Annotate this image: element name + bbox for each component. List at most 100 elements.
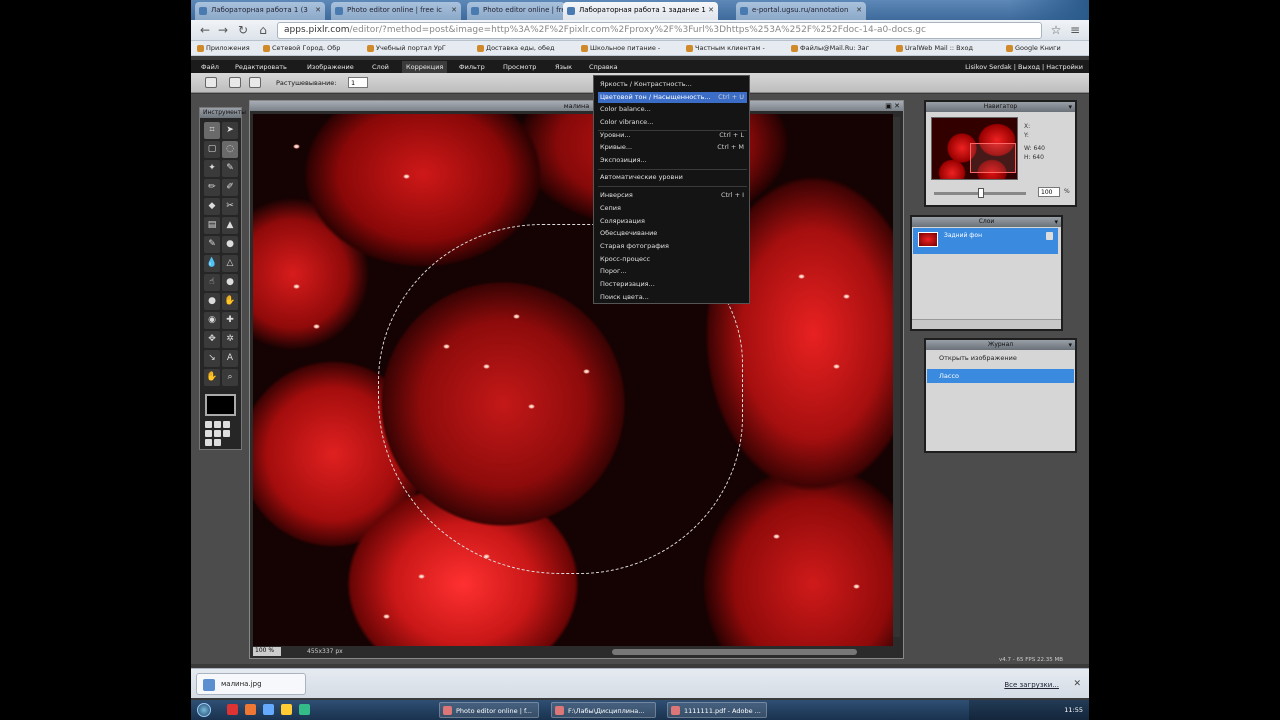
bookmark-item[interactable]: Частным клиентам -: [686, 44, 765, 52]
home-icon[interactable]: ⌂: [255, 23, 271, 38]
bloat-icon[interactable]: ✥: [204, 331, 220, 348]
pinch-icon[interactable]: ✲: [222, 331, 238, 348]
task-explorer[interactable]: F:\Лабы\Дисциплина...: [551, 702, 656, 718]
menu-edit[interactable]: Редактировать: [235, 63, 287, 71]
menu-filter[interactable]: Фильтр: [459, 63, 485, 71]
dodge-icon[interactable]: ●: [204, 293, 220, 310]
menu-item[interactable]: Обесцвечивание: [598, 228, 747, 239]
menu-language[interactable]: Язык: [555, 63, 572, 71]
bookmark-item[interactable]: Учебный портал УрГ: [367, 44, 446, 52]
swatch-grid-icon[interactable]: [204, 420, 238, 446]
close-icon[interactable]: ▾: [1068, 102, 1072, 112]
app-icon[interactable]: [299, 704, 310, 715]
reload-icon[interactable]: ↻: [235, 23, 251, 38]
close-icon[interactable]: ✕: [708, 6, 714, 14]
navigator-zoom-knob[interactable]: [978, 188, 984, 198]
zoom-icon[interactable]: ⌕: [222, 369, 238, 386]
type-icon[interactable]: A: [222, 350, 238, 367]
redeye-icon[interactable]: ◉: [204, 312, 220, 329]
bookmark-item[interactable]: Школьное питание -: [581, 44, 660, 52]
image-canvas[interactable]: [253, 114, 893, 647]
menu-item[interactable]: Экспозиция...: [598, 155, 747, 166]
eraser-icon[interactable]: ✐: [222, 179, 238, 196]
menu-item[interactable]: Порог...: [598, 266, 747, 277]
menu-item[interactable]: Кривые... Ctrl + M: [598, 142, 747, 153]
bucket-icon[interactable]: ◆: [204, 198, 220, 215]
zoom-field[interactable]: 100 %: [253, 647, 281, 656]
burn-icon[interactable]: ✋: [222, 293, 238, 310]
lasso-icon[interactable]: [205, 77, 217, 88]
ie-icon[interactable]: [263, 704, 274, 715]
menu-item[interactable]: Яркость / Контрастность...: [598, 79, 747, 90]
close-icon[interactable]: ✕: [315, 6, 321, 14]
color-swatch[interactable]: [205, 394, 236, 416]
task-adobe[interactable]: 1111111.pdf - Adobe ...: [667, 702, 767, 718]
tab-pixlr-1[interactable]: Photo editor online | free ic ✕: [331, 2, 461, 20]
clone-icon[interactable]: ✂: [222, 198, 238, 215]
settings-link[interactable]: Настройки: [1046, 63, 1083, 71]
tab-pixlr-2[interactable]: Photo editor online | free ic: [467, 2, 565, 20]
tab-lab-1[interactable]: Лабораторная работа 1 (3 ✕: [195, 2, 325, 20]
lasso-mode-icon[interactable]: [249, 77, 261, 88]
menu-layer[interactable]: Слой: [372, 63, 389, 71]
menu-item[interactable]: Color balance...: [598, 104, 747, 115]
bookmark-item[interactable]: Приложения: [197, 44, 250, 52]
menu-icon[interactable]: ≡: [1067, 23, 1083, 38]
crop-icon[interactable]: ⌗: [204, 122, 220, 139]
stamp-icon[interactable]: ▲: [222, 217, 238, 234]
feather-input[interactable]: 1: [348, 77, 368, 88]
history-item[interactable]: Лассо: [927, 369, 1074, 383]
bookmark-item[interactable]: Доставка еды, обед: [477, 44, 554, 52]
lock-icon[interactable]: [1046, 232, 1053, 240]
close-icon[interactable]: ▾: [1068, 340, 1072, 350]
menu-image[interactable]: Изображение: [307, 63, 354, 71]
star-icon[interactable]: ☆: [1048, 23, 1064, 38]
folder-icon[interactable]: [281, 704, 292, 715]
gradient-icon[interactable]: ▤: [204, 217, 220, 234]
navigator-thumbnail[interactable]: [931, 117, 1018, 180]
menu-adjustment[interactable]: Коррекция: [402, 61, 448, 73]
firefox-icon[interactable]: [245, 704, 256, 715]
lasso-tool-icon[interactable]: ◌: [222, 141, 238, 158]
document-window-buttons[interactable]: ▣ ✕: [885, 102, 900, 110]
logout-link[interactable]: Выход: [1018, 63, 1040, 71]
menu-item[interactable]: Постеризация...: [598, 279, 747, 290]
menu-help[interactable]: Справка: [589, 63, 618, 71]
address-bar[interactable]: apps.pixlr.com/editor/?method=post&image…: [277, 22, 1042, 39]
spot-heal-icon[interactable]: ✚: [222, 312, 238, 329]
menu-item[interactable]: Автоматические уровни: [598, 172, 747, 183]
menu-view[interactable]: Просмотр: [503, 63, 536, 71]
drop-icon[interactable]: 💧: [204, 255, 220, 272]
hand-icon[interactable]: ✋: [204, 369, 220, 386]
brush-icon[interactable]: ✏: [204, 179, 220, 196]
close-icon[interactable]: ✕: [451, 6, 457, 14]
horizontal-scrollbar[interactable]: [612, 649, 857, 655]
menu-item[interactable]: Поиск цвета...: [598, 292, 747, 303]
tab-lab-task-active[interactable]: Лабораторная работа 1 задание 1 ✕: [563, 2, 718, 20]
menu-item[interactable]: Уровни... Ctrl + L: [598, 130, 747, 141]
menu-item[interactable]: Соляризация: [598, 216, 747, 227]
vertical-scrollbar[interactable]: [893, 117, 900, 637]
history-item[interactable]: Открыть изображение: [927, 351, 1074, 365]
navigator-viewport[interactable]: [970, 143, 1016, 173]
move-icon[interactable]: ➤: [222, 122, 238, 139]
close-icon[interactable]: ✕: [1073, 679, 1081, 689]
close-icon[interactable]: ▾: [1054, 217, 1058, 227]
menu-file[interactable]: Файл: [201, 63, 219, 71]
sponge-icon[interactable]: ●: [222, 274, 238, 291]
start-button[interactable]: [197, 703, 211, 717]
blur-icon[interactable]: ●: [222, 236, 238, 253]
wand-icon[interactable]: ✦: [204, 160, 220, 177]
back-icon[interactable]: ←: [197, 23, 213, 38]
bookmark-item[interactable]: Сетевой Город. Обр: [263, 44, 340, 52]
lasso-polygon-icon[interactable]: [229, 77, 241, 88]
menu-item[interactable]: Цветовой тон / Насыщенность... Ctrl + U: [598, 92, 747, 103]
forward-icon[interactable]: →: [215, 23, 231, 38]
eyedropper-icon[interactable]: ↘: [204, 350, 220, 367]
task-chrome[interactable]: Photo editor online | f...: [439, 702, 539, 718]
opera-icon[interactable]: [227, 704, 238, 715]
pencil-icon[interactable]: ✎: [222, 160, 238, 177]
user-name[interactable]: Lisikov Serdak: [965, 63, 1012, 71]
menu-item[interactable]: Color vibrance...: [598, 117, 747, 128]
smudge-icon[interactable]: ☝: [204, 274, 220, 291]
